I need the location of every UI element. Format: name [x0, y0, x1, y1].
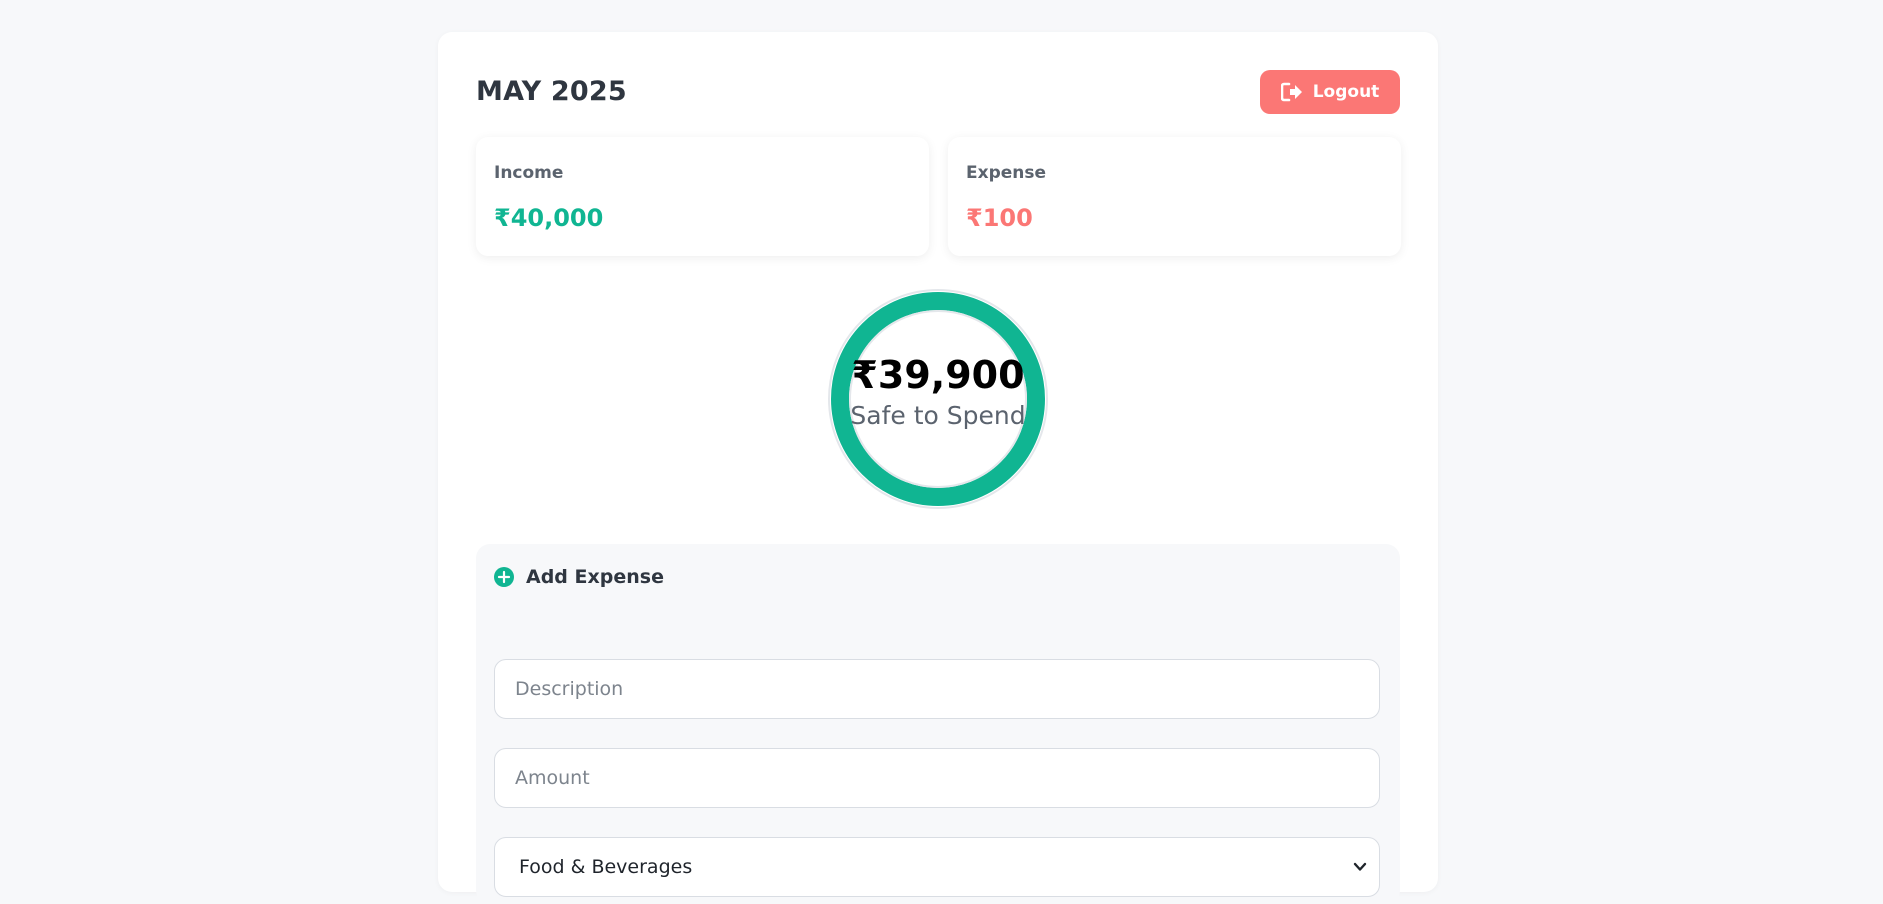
logout-label: Logout	[1312, 82, 1380, 102]
income-value: ₹40,000	[494, 204, 604, 232]
logout-icon	[1280, 82, 1302, 102]
income-card: Income ₹40,000	[476, 137, 929, 256]
page-title: MAY 2025	[476, 76, 627, 107]
add-expense-header: Add Expense	[494, 566, 664, 588]
progress-ring	[828, 289, 1048, 509]
safe-to-spend-amount: ₹39,900	[851, 353, 1025, 397]
amount-input[interactable]	[494, 748, 1380, 808]
safe-to-spend-caption: Safe to Spend	[850, 401, 1026, 430]
expense-label: Expense	[966, 163, 1047, 183]
chevron-down-icon	[1353, 862, 1367, 871]
safe-to-spend-ring: ₹39,900 Safe to Spend	[828, 289, 1048, 509]
expense-card: Expense ₹100	[948, 137, 1401, 256]
category-selected-value: Food & Beverages	[519, 856, 693, 878]
description-input[interactable]	[494, 659, 1380, 719]
add-expense-title: Add Expense	[526, 566, 664, 588]
logout-button[interactable]: Logout	[1260, 70, 1400, 114]
plus-circle-icon	[494, 567, 514, 587]
header: MAY 2025 Logout	[476, 70, 1400, 114]
expense-value: ₹100	[966, 204, 1033, 232]
category-select[interactable]: Food & Beverages	[494, 837, 1380, 897]
dashboard-card: MAY 2025 Logout Income ₹40,000 Expense ₹…	[438, 32, 1438, 904]
add-expense-panel: Add Expense Food & Beverages	[476, 544, 1400, 904]
income-label: Income	[494, 163, 564, 183]
